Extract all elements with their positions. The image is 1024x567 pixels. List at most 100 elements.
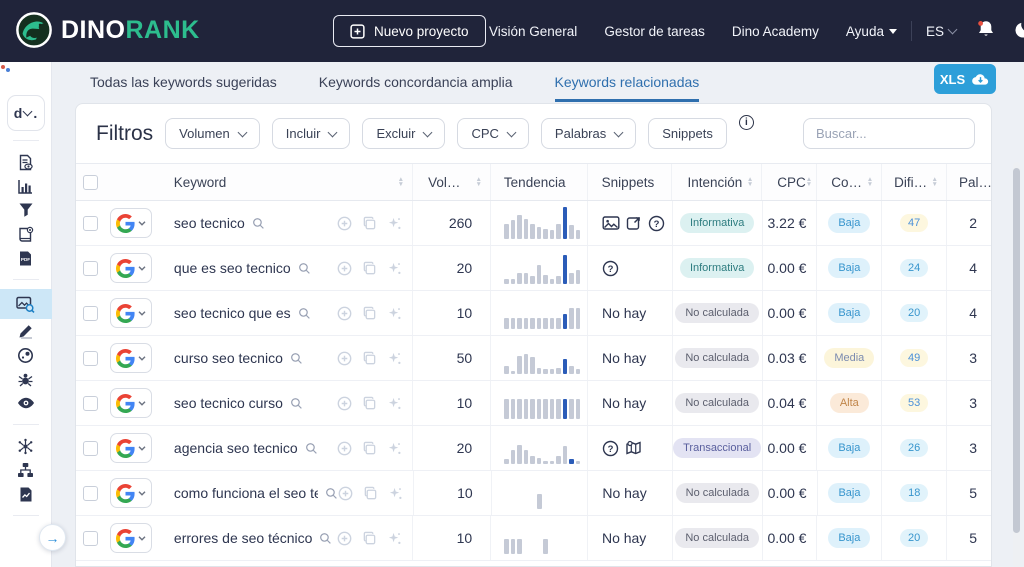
sort-icon[interactable]: ▲ ▼ bbox=[747, 176, 753, 188]
filter-button-snippets[interactable]: Snippets bbox=[648, 118, 727, 149]
scrollbar-thumb[interactable] bbox=[1013, 168, 1020, 533]
sidebar-item-hub[interactable] bbox=[0, 434, 52, 458]
header-keyword[interactable]: Keyword ▲ ▼ bbox=[152, 164, 412, 200]
google-selector[interactable] bbox=[109, 208, 152, 238]
header-vol[interactable]: Vol… ▲ ▼ bbox=[412, 164, 490, 200]
nav-link[interactable]: Gestor de tareas bbox=[604, 24, 705, 39]
search-input[interactable] bbox=[804, 126, 991, 141]
nav-link[interactable]: Dino Academy bbox=[732, 24, 819, 39]
plus-circle-icon[interactable] bbox=[337, 306, 352, 321]
sort-icon[interactable]: ▲ ▼ bbox=[806, 176, 812, 188]
row-checkbox[interactable] bbox=[83, 440, 99, 456]
google-selector[interactable] bbox=[109, 523, 152, 553]
sort-icon[interactable]: ▲ ▼ bbox=[867, 176, 873, 188]
copy-icon[interactable] bbox=[362, 531, 377, 546]
row-checkbox[interactable] bbox=[83, 530, 99, 546]
sidebar-item-pencil[interactable] bbox=[0, 319, 52, 343]
dark-mode-toggle[interactable] bbox=[1014, 20, 1024, 42]
sparkle-icon[interactable] bbox=[387, 351, 402, 366]
plus-circle-icon[interactable] bbox=[337, 441, 352, 456]
google-selector[interactable] bbox=[109, 343, 152, 373]
filter-dropdown-volumen[interactable]: Volumen bbox=[165, 118, 260, 149]
google-selector[interactable] bbox=[109, 253, 152, 283]
copy-icon[interactable] bbox=[362, 351, 377, 366]
plus-circle-icon[interactable] bbox=[337, 261, 352, 276]
export-xls-button[interactable]: XLS bbox=[934, 64, 996, 94]
plus-circle-icon[interactable] bbox=[337, 216, 352, 231]
row-checkbox[interactable] bbox=[83, 305, 99, 321]
row-checkbox[interactable] bbox=[83, 395, 99, 411]
sidebar-item-doc-eye[interactable] bbox=[0, 150, 52, 174]
sidebar-item-book-pin[interactable] bbox=[0, 222, 52, 246]
sparkle-icon[interactable] bbox=[387, 216, 402, 231]
brand-logo[interactable]: DINORANK bbox=[15, 11, 200, 49]
filter-dropdown-cpc[interactable]: CPC bbox=[457, 118, 529, 149]
sparkle-icon[interactable] bbox=[387, 396, 402, 411]
domain-selector[interactable]: d . bbox=[6, 95, 45, 131]
sidebar-item-image-search[interactable] bbox=[0, 289, 52, 319]
magnifier-icon[interactable] bbox=[290, 352, 303, 365]
plus-circle-icon[interactable] bbox=[337, 531, 352, 546]
sparkle-icon[interactable] bbox=[388, 486, 403, 501]
header-words[interactable]: Pal…▲▼ bbox=[945, 164, 991, 200]
nav-link[interactable]: Visión General bbox=[489, 24, 577, 39]
language-selector[interactable]: ES bbox=[926, 24, 958, 39]
sparkle-icon[interactable] bbox=[387, 306, 402, 321]
magnifier-icon[interactable] bbox=[252, 217, 265, 230]
nav-help[interactable]: Ayuda bbox=[846, 24, 897, 39]
tab-keywords-concordancia-amplia[interactable]: Keywords concordancia amplia bbox=[319, 74, 513, 102]
select-all-checkbox[interactable] bbox=[83, 174, 99, 190]
row-checkbox[interactable] bbox=[83, 215, 99, 231]
sort-icon[interactable]: ▲ ▼ bbox=[475, 176, 481, 188]
magnifier-icon[interactable] bbox=[319, 532, 332, 545]
info-icon[interactable]: i bbox=[738, 115, 754, 130]
copy-icon[interactable] bbox=[362, 261, 377, 276]
new-project-button[interactable]: Nuevo proyecto bbox=[333, 15, 486, 47]
magnifier-icon[interactable] bbox=[305, 442, 318, 455]
tab-todas-las-keywords-sugeridas[interactable]: Todas las keywords sugeridas bbox=[90, 74, 277, 102]
magnifier-icon[interactable] bbox=[325, 487, 338, 500]
google-selector[interactable] bbox=[109, 298, 152, 328]
copy-icon[interactable] bbox=[362, 306, 377, 321]
tab-keywords-relacionadas[interactable]: Keywords relacionadas bbox=[554, 74, 700, 102]
plus-circle-icon[interactable] bbox=[337, 351, 352, 366]
sidebar-item-spider[interactable] bbox=[0, 367, 52, 391]
magnifier-icon[interactable] bbox=[298, 262, 311, 275]
filter-dropdown-excluir[interactable]: Excluir bbox=[362, 118, 446, 149]
sort-icon[interactable]: ▲ ▼ bbox=[932, 176, 938, 188]
sparkle-icon[interactable] bbox=[387, 531, 402, 546]
plus-circle-icon[interactable] bbox=[338, 486, 353, 501]
sidebar-item-donut[interactable] bbox=[0, 343, 52, 367]
sparkle-icon[interactable] bbox=[387, 261, 402, 276]
row-checkbox[interactable] bbox=[83, 485, 99, 501]
sort-icon[interactable]: ▲ ▼ bbox=[398, 176, 404, 188]
sidebar-item-funnel[interactable] bbox=[0, 198, 52, 222]
google-selector[interactable] bbox=[109, 433, 152, 463]
copy-icon[interactable] bbox=[362, 441, 377, 456]
notifications-bell[interactable] bbox=[976, 19, 996, 43]
sidebar-item-doc-chart[interactable] bbox=[0, 482, 52, 506]
sparkle-icon[interactable] bbox=[387, 441, 402, 456]
sidebar-item-pdf[interactable]: PDF bbox=[0, 246, 52, 270]
plus-circle-icon[interactable] bbox=[337, 396, 352, 411]
header-intent[interactable]: Intención ▲ ▼ bbox=[671, 164, 761, 200]
filter-dropdown-palabras[interactable]: Palabras bbox=[540, 118, 637, 149]
row-checkbox[interactable] bbox=[83, 350, 99, 366]
magnifier-icon[interactable] bbox=[298, 307, 311, 320]
google-selector[interactable] bbox=[109, 478, 152, 508]
sidebar-item-eye[interactable] bbox=[0, 391, 52, 415]
header-cpc[interactable]: CPC ▲ ▼ bbox=[761, 164, 816, 200]
google-selector[interactable] bbox=[109, 388, 152, 418]
header-diff[interactable]: Difi… ▲ ▼ bbox=[881, 164, 946, 200]
filter-dropdown-incluir[interactable]: Incluir bbox=[271, 118, 351, 149]
magnifier-icon[interactable] bbox=[290, 397, 303, 410]
sidebar-item-bar-chart[interactable] bbox=[0, 174, 52, 198]
copy-icon[interactable] bbox=[363, 486, 378, 501]
copy-icon[interactable] bbox=[362, 216, 377, 231]
sidebar-expand-button[interactable]: → bbox=[39, 524, 66, 551]
copy-icon[interactable] bbox=[362, 396, 377, 411]
sidebar-item-sitemap[interactable] bbox=[0, 458, 52, 482]
row-checkbox[interactable] bbox=[83, 260, 99, 276]
header-comp[interactable]: Co… ▲ ▼ bbox=[816, 164, 881, 200]
scrollbar-track[interactable] bbox=[1013, 162, 1020, 567]
